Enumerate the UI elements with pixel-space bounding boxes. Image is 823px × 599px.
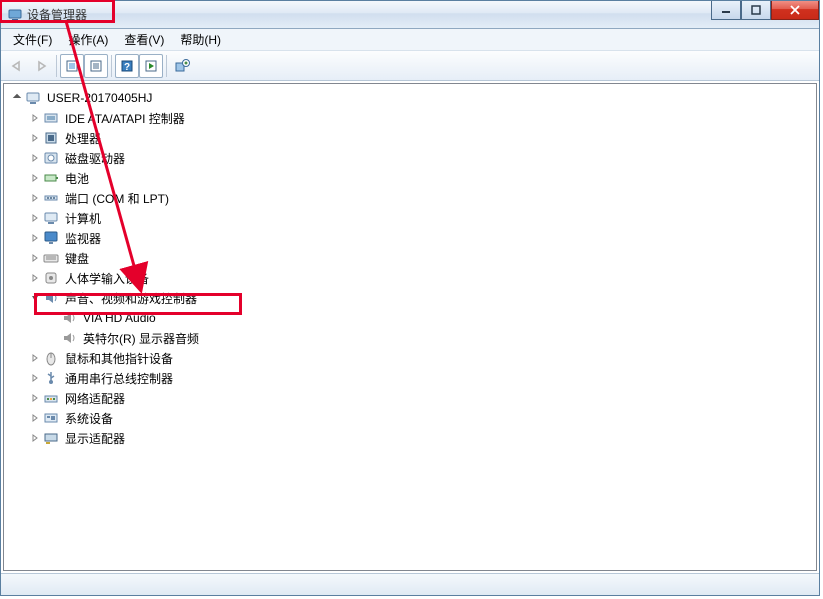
tree-category-label: 人体学输入设备 [62, 269, 152, 288]
tree-category[interactable]: 系统设备 [28, 408, 816, 428]
speaker-icon [61, 330, 77, 346]
tree-category[interactable]: 人体学输入设备 [28, 268, 816, 288]
toolbar-separator [56, 55, 57, 77]
window-title: 设备管理器 [27, 6, 87, 23]
tree-category-label: 电池 [62, 169, 92, 188]
device-category-icon [43, 250, 59, 266]
device-category-icon [43, 370, 59, 386]
toolbar-separator [166, 55, 167, 77]
menu-view[interactable]: 查看(V) [116, 29, 172, 50]
tree-root-label: USER-20170405HJ [44, 90, 155, 106]
window-controls [711, 1, 819, 21]
tree-category[interactable]: 处理器 [28, 128, 816, 148]
tree-category-label: 端口 (COM 和 LPT) [62, 189, 172, 208]
scan-hardware-button[interactable] [60, 54, 84, 78]
expand-icon[interactable] [28, 131, 42, 145]
speaker-icon [61, 310, 77, 326]
maximize-button[interactable] [741, 1, 771, 20]
device-tree-panel[interactable]: USER-20170405HJ IDE ATA/ATAPI 控制器处理器磁盘驱动… [3, 83, 817, 571]
tree-category-label: 磁盘驱动器 [62, 149, 128, 168]
tree-category-label: 鼠标和其他指针设备 [62, 349, 176, 368]
device-category-icon [43, 190, 59, 206]
expand-icon[interactable] [28, 391, 42, 405]
statusbar [1, 573, 819, 595]
help-button[interactable]: ? [115, 54, 139, 78]
computer-icon [25, 90, 41, 106]
device-category-icon [43, 170, 59, 186]
tree-category[interactable]: 键盘 [28, 248, 816, 268]
menu-file[interactable]: 文件(F) [5, 29, 60, 50]
app-icon [7, 7, 23, 23]
device-category-icon [43, 390, 59, 406]
play-button[interactable] [139, 54, 163, 78]
tree-root[interactable]: USER-20170405HJ [10, 88, 816, 108]
toolbar-separator [111, 55, 112, 77]
device-category-icon [43, 210, 59, 226]
device-category-icon [43, 130, 59, 146]
tree-category-label: 通用串行总线控制器 [62, 369, 176, 388]
expand-icon[interactable] [28, 251, 42, 265]
uninstall-button[interactable] [170, 54, 194, 78]
tree-category-label: 处理器 [62, 129, 104, 148]
tree-category[interactable]: 显示适配器 [28, 428, 816, 448]
forward-button[interactable] [29, 54, 53, 78]
collapse-icon[interactable] [28, 291, 42, 305]
tree-category[interactable]: 网络适配器 [28, 388, 816, 408]
tree-category-label: 显示适配器 [62, 429, 128, 448]
device-category-icon [43, 350, 59, 366]
tree-category-label: IDE ATA/ATAPI 控制器 [62, 109, 188, 128]
device-category-icon [43, 270, 59, 286]
device-category-icon [43, 110, 59, 126]
expand-icon[interactable] [28, 411, 42, 425]
tree-category[interactable]: 端口 (COM 和 LPT) [28, 188, 816, 208]
expand-icon[interactable] [28, 211, 42, 225]
tree-category[interactable]: 监视器 [28, 228, 816, 248]
device-category-icon [43, 430, 59, 446]
expand-icon[interactable] [28, 351, 42, 365]
tree-category[interactable]: IDE ATA/ATAPI 控制器 [28, 108, 816, 128]
device-manager-window: 设备管理器 文件(F) 操作(A) 查看(V) 帮助(H) [0, 0, 820, 596]
expand-icon[interactable] [28, 231, 42, 245]
tree-category[interactable]: 鼠标和其他指针设备 [28, 348, 816, 368]
tree-category[interactable]: 电池 [28, 168, 816, 188]
properties-button[interactable] [84, 54, 108, 78]
tree-device[interactable]: 英特尔(R) 显示器音频 [46, 328, 816, 348]
tree-device-label: 英特尔(R) 显示器音频 [80, 329, 202, 348]
expand-icon[interactable] [28, 371, 42, 385]
tree-category[interactable]: 声音、视频和游戏控制器 [28, 288, 816, 308]
toolbar: ? [1, 51, 819, 81]
minimize-button[interactable] [711, 1, 741, 20]
tree-category-label: 计算机 [62, 209, 104, 228]
menu-action[interactable]: 操作(A) [60, 29, 116, 50]
tree-category-label: 键盘 [62, 249, 92, 268]
expand-icon[interactable] [28, 431, 42, 445]
expand-icon[interactable] [28, 271, 42, 285]
menubar: 文件(F) 操作(A) 查看(V) 帮助(H) [1, 29, 819, 51]
tree-category-label: 监视器 [62, 229, 104, 248]
expand-icon[interactable] [28, 151, 42, 165]
device-category-icon [43, 290, 59, 306]
collapse-icon[interactable] [10, 91, 24, 105]
tree-category[interactable]: 磁盘驱动器 [28, 148, 816, 168]
menu-help[interactable]: 帮助(H) [172, 29, 229, 50]
expand-icon[interactable] [28, 171, 42, 185]
titlebar: 设备管理器 [1, 1, 819, 29]
tree-category-label: 网络适配器 [62, 389, 128, 408]
tree-device[interactable]: VIA HD Audio [46, 308, 816, 328]
tree-category[interactable]: 通用串行总线控制器 [28, 368, 816, 388]
close-button[interactable] [771, 1, 819, 20]
tree-device-label: VIA HD Audio [80, 310, 159, 326]
expand-icon[interactable] [28, 111, 42, 125]
tree-category[interactable]: 计算机 [28, 208, 816, 228]
expand-icon[interactable] [28, 191, 42, 205]
device-category-icon [43, 230, 59, 246]
device-category-icon [43, 410, 59, 426]
back-button[interactable] [5, 54, 29, 78]
tree-category-label: 系统设备 [62, 409, 116, 428]
svg-text:?: ? [124, 62, 130, 73]
device-category-icon [43, 150, 59, 166]
tree-category-label: 声音、视频和游戏控制器 [62, 289, 200, 308]
